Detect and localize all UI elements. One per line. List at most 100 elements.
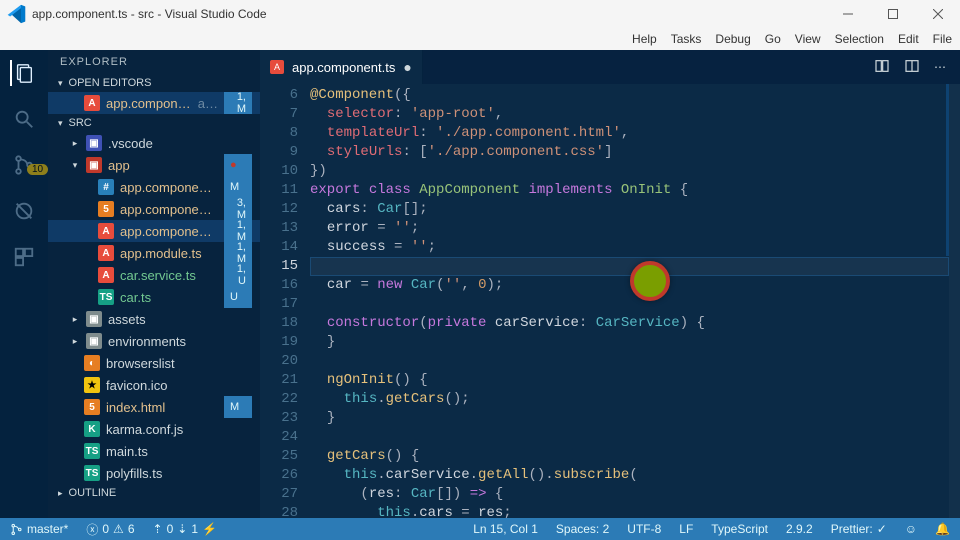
file-app-component-css[interactable]: # app.component.css M (48, 176, 260, 198)
maximize-button[interactable] (870, 0, 915, 28)
file-car-service[interactable]: A car.service.ts 1, U (48, 264, 260, 286)
status-feedback-icon[interactable]: ☺ (901, 522, 921, 536)
outline-header[interactable]: ▸ OUTLINE (48, 484, 260, 502)
status-info[interactable]: ⇡0 ⇣1 ⚡ (149, 522, 221, 536)
close-window-button[interactable] (915, 0, 960, 28)
compare-icon[interactable] (874, 58, 890, 77)
menu-debug[interactable]: Debug (715, 32, 750, 46)
open-editor-item[interactable]: A app.component.ts a… 1, M (48, 92, 260, 114)
status-language[interactable]: TypeScript (707, 522, 772, 536)
warning-icon: ⚠ (113, 522, 124, 536)
editor-text[interactable]: @Component({ selector: 'app-root', templ… (310, 84, 949, 518)
folder-label: .vscode (108, 136, 252, 151)
editor-tabs: A app.component.ts ● ⋯ (260, 50, 960, 84)
editor-group: A app.component.ts ● ⋯ 67891011121314151… (260, 50, 960, 518)
file-karma[interactable]: K karma.conf.js (48, 418, 260, 440)
status-prettier[interactable]: Prettier: ✓ (827, 522, 891, 536)
git-flag: 1, U (224, 264, 252, 286)
debug-activity-icon[interactable] (11, 198, 37, 224)
file-browserslist[interactable]: ◐ browserslist (48, 352, 260, 374)
file-app-module[interactable]: A app.module.ts 1, M (48, 242, 260, 264)
folder-icon: ▣ (86, 311, 102, 327)
dirty-indicator: ● (403, 59, 411, 75)
git-flag: M (224, 176, 252, 198)
lightning-icon: ⚡ (202, 522, 217, 536)
source-control-activity-icon[interactable]: 10 (11, 152, 37, 178)
favicon-file-icon: ★ (84, 377, 100, 393)
file-label: karma.conf.js (106, 422, 252, 437)
menu-help[interactable]: Help (632, 32, 657, 46)
src-label: SRC (69, 117, 92, 129)
activity-bar: 10 (0, 50, 48, 518)
extensions-activity-icon[interactable] (11, 244, 37, 270)
active-line-highlight (310, 257, 949, 276)
folder-label: app (108, 158, 218, 173)
outline-label: OUTLINE (69, 487, 117, 499)
minimize-button[interactable] (825, 0, 870, 28)
file-label: car.service.ts (120, 268, 218, 283)
file-main-ts[interactable]: TS main.ts (48, 440, 260, 462)
status-bar: master* ⓧ0 ⚠6 ⇡0 ⇣1 ⚡ Ln 15, Col 1 Space… (0, 518, 960, 540)
file-car-ts[interactable]: TS car.ts U (48, 286, 260, 308)
down-icon: ⇣ (177, 522, 187, 536)
chevron-right-icon: ▸ (70, 314, 80, 325)
chevron-down-icon: ▾ (58, 118, 63, 129)
more-icon[interactable]: ⋯ (934, 60, 948, 74)
status-eol[interactable]: LF (675, 522, 697, 536)
vertical-scrollbar[interactable] (949, 84, 960, 518)
angular-file-icon: A (98, 245, 114, 261)
folder-label: environments (108, 334, 252, 349)
menu-bar: Help Tasks Debug Go View Selection Edit … (0, 28, 960, 50)
line-gutter: 6789101112131415161718192021222324252627… (260, 84, 310, 518)
folder-icon: ▣ (86, 333, 102, 349)
menu-tasks[interactable]: Tasks (671, 32, 702, 46)
menu-selection[interactable]: Selection (835, 32, 884, 46)
ts-file-icon: TS (84, 443, 100, 459)
search-activity-icon[interactable] (11, 106, 37, 132)
file-label: app.module.ts (120, 246, 218, 261)
window-title: app.component.ts - src - Visual Studio C… (32, 7, 267, 21)
folder-assets[interactable]: ▸ ▣ assets (48, 308, 260, 330)
explorer-title: EXPLORER (48, 50, 260, 74)
src-header[interactable]: ▾ SRC (48, 114, 260, 132)
status-bell-icon[interactable]: 🔔 (931, 522, 954, 536)
file-index-html[interactable]: 5 index.html M (48, 396, 260, 418)
status-git-branch[interactable]: master* (6, 522, 72, 536)
open-editors-header[interactable]: ▾ OPEN EDITORS (48, 74, 260, 92)
karma-file-icon: K (84, 421, 100, 437)
tab-app-component-ts[interactable]: A app.component.ts ● (260, 50, 423, 84)
git-flag: 3, M (224, 198, 252, 220)
menu-edit[interactable]: Edit (898, 32, 919, 46)
folder-environments[interactable]: ▸ ▣ environments (48, 330, 260, 352)
window-titlebar: app.component.ts - src - Visual Studio C… (0, 0, 960, 28)
file-app-component-html[interactable]: 5 app.component.ht… 3, M (48, 198, 260, 220)
status-encoding[interactable]: UTF-8 (623, 522, 665, 536)
file-favicon[interactable]: ★ favicon.ico (48, 374, 260, 396)
status-ts-version[interactable]: 2.9.2 (782, 522, 817, 536)
file-label: car.ts (120, 290, 218, 305)
status-indent[interactable]: Spaces: 2 (552, 522, 613, 536)
html-file-icon: 5 (98, 201, 114, 217)
html-file-icon: 5 (84, 399, 100, 415)
file-label: app.component.ts (120, 224, 218, 239)
file-app-component-ts[interactable]: A app.component.ts 1, M (48, 220, 260, 242)
file-polyfills[interactable]: TS polyfills.ts (48, 462, 260, 484)
angular-file-icon: A (98, 267, 114, 283)
file-label: app.component.css (120, 180, 218, 195)
explorer-activity-icon[interactable] (10, 60, 36, 86)
file-label: browserslist (106, 356, 252, 371)
git-flag: 1, M (224, 242, 252, 264)
split-editor-icon[interactable] (904, 58, 920, 77)
chevron-right-icon: ▸ (58, 488, 63, 499)
menu-view[interactable]: View (795, 32, 821, 46)
file-label: polyfills.ts (106, 466, 252, 481)
editor-view[interactable]: 6789101112131415161718192021222324252627… (260, 84, 960, 518)
menu-go[interactable]: Go (765, 32, 781, 46)
menu-file[interactable]: File (933, 32, 952, 46)
status-problems[interactable]: ⓧ0 ⚠6 (82, 521, 138, 538)
folder-app[interactable]: ▾ ▣ app ● (48, 154, 260, 176)
folder-vscode[interactable]: ▸ ▣ .vscode (48, 132, 260, 154)
open-editor-detail: a… (198, 96, 218, 111)
status-cursor-pos[interactable]: Ln 15, Col 1 (469, 522, 542, 536)
folder-label: assets (108, 312, 252, 327)
